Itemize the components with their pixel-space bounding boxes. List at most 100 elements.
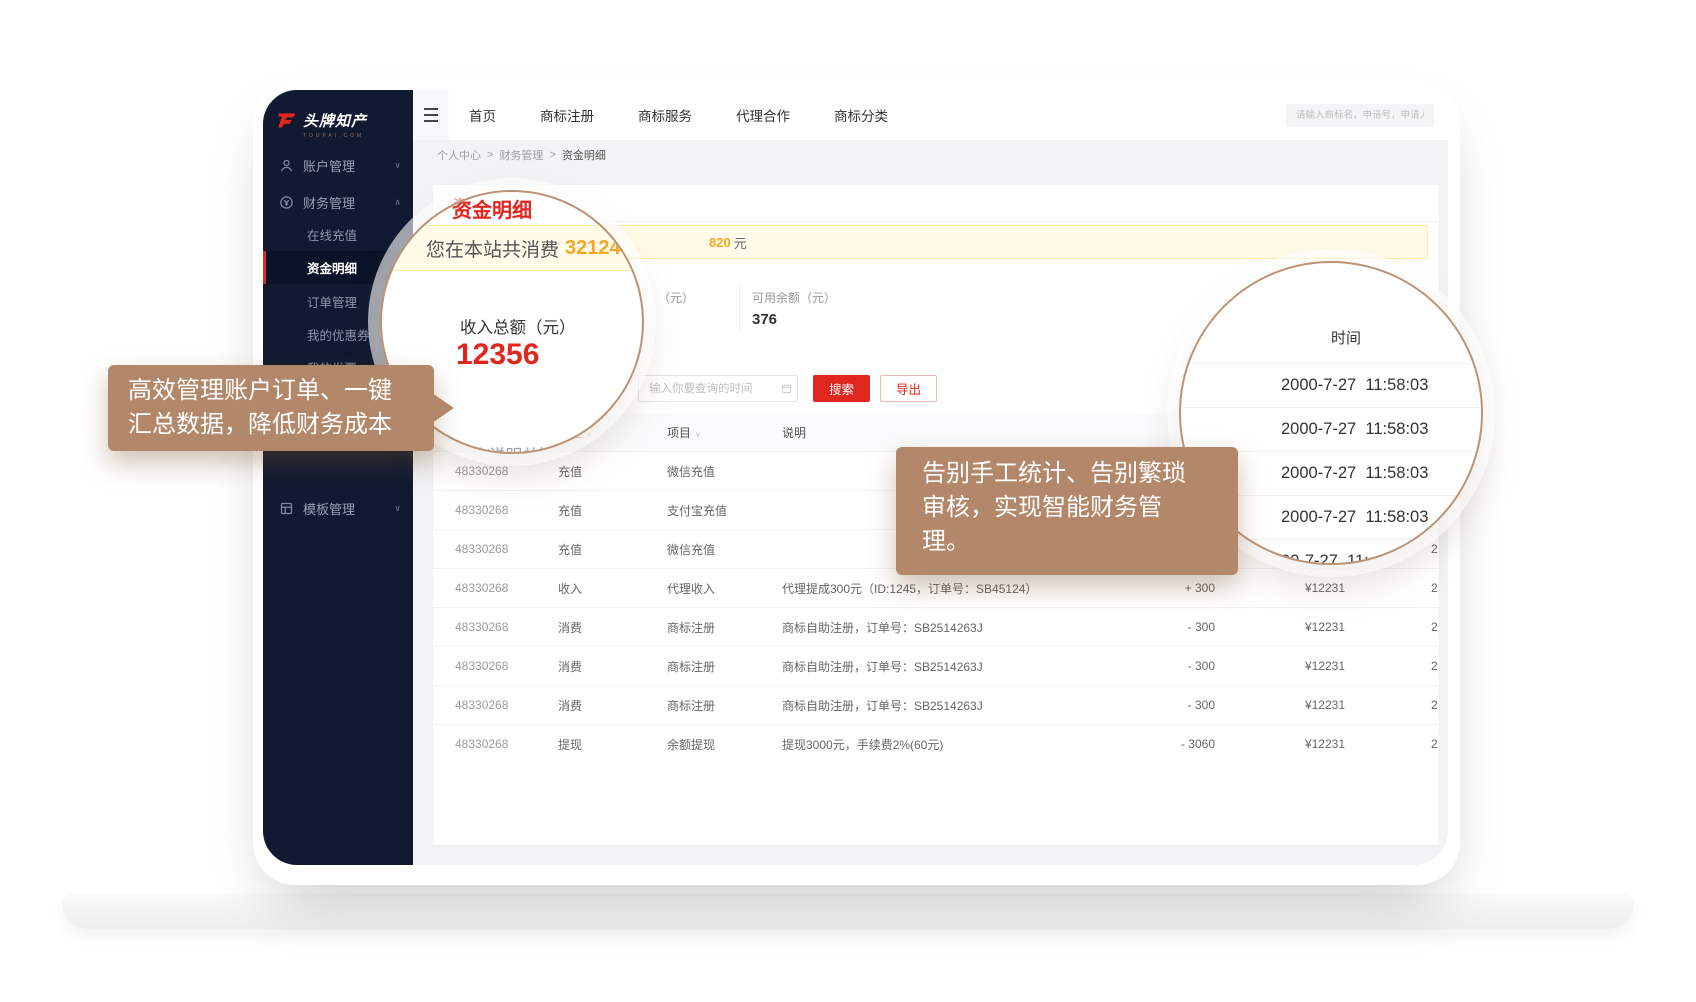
sidebar-subitem-label: 订单管理 bbox=[307, 292, 357, 311]
top-nav-items: 首页 商标注册 商标服务 代理合作 商标分类 bbox=[469, 90, 888, 140]
cell-amount: - 300 bbox=[1133, 620, 1215, 634]
callout-left: 高效管理账户订单、一键 汇总数据，降低财务成本 bbox=[108, 365, 434, 451]
sidebar-subitem-label: 在线充值 bbox=[307, 225, 357, 244]
sort-chevron-icon: ∨ bbox=[586, 430, 592, 439]
cell-project: 商标注册 bbox=[667, 619, 782, 636]
sidebar-subitem-label: 我的优惠券 bbox=[307, 325, 370, 344]
cell-type: 充值 bbox=[558, 463, 667, 480]
cell-type: 收入 bbox=[558, 580, 667, 597]
nav-item-agent-cooperation[interactable]: 代理合作 bbox=[736, 105, 790, 125]
sidebar-item-label: 账户管理 bbox=[303, 156, 355, 175]
nav-item-trademark-category[interactable]: 商标分类 bbox=[834, 105, 888, 125]
magnified-banner-amount: 32124 bbox=[565, 237, 621, 260]
stat-balance-label: 可用余额（元） bbox=[752, 289, 836, 306]
sidebar-item-finance[interactable]: 财务管理 ∧ bbox=[263, 185, 413, 219]
magnified-time-cell: 2000-7-27 11:58:03 bbox=[1181, 363, 1481, 407]
cell-project: 支付宝充值 bbox=[667, 502, 782, 519]
cell-time-fragment: 2 bbox=[1345, 659, 1439, 673]
stat-expense-label-fragment: （元） bbox=[658, 289, 694, 306]
cell-project: 余额提现 bbox=[667, 736, 782, 753]
cell-balance: ¥12231 bbox=[1215, 737, 1345, 751]
cell-order-number: 48330268 bbox=[455, 503, 558, 517]
magnified-banner-prefix: 您在本站共消费 bbox=[426, 235, 559, 262]
breadcrumb-item[interactable]: 个人中心 bbox=[437, 147, 481, 163]
breadcrumb-item[interactable]: 财务管理 bbox=[499, 147, 543, 163]
cell-order-number: 48330268 bbox=[455, 737, 558, 751]
cell-order-number: 48330268 bbox=[455, 464, 558, 478]
cell-type: 消费 bbox=[558, 658, 667, 675]
cell-project: 代理收入 bbox=[667, 580, 782, 597]
cell-order-number: 48330268 bbox=[455, 542, 558, 556]
table-row[interactable]: 48330268 消费 商标注册 商标自助注册，订单号：SB2514263J -… bbox=[433, 646, 1439, 685]
cell-project: 商标注册 bbox=[667, 697, 782, 714]
brand-logo[interactable]: 头牌知产 TOUPAI.COM bbox=[277, 110, 367, 139]
chevron-up-icon: ∧ bbox=[394, 197, 401, 208]
cell-balance: ¥12231 bbox=[1215, 698, 1345, 712]
banner-unit: 元 bbox=[734, 233, 747, 252]
cell-description: 商标自助注册，订单号：SB2514263J bbox=[782, 619, 1133, 636]
cell-amount: - 300 bbox=[1133, 698, 1215, 712]
breadcrumb-separator: > bbox=[549, 149, 555, 161]
nav-item-home[interactable]: 首页 bbox=[469, 105, 496, 125]
finance-icon bbox=[279, 195, 294, 210]
col-desc-header: 说明 bbox=[782, 424, 1133, 441]
cell-amount: - 3060 bbox=[1133, 737, 1215, 751]
cell-type: 充值 bbox=[558, 541, 667, 558]
nav-item-trademark-register[interactable]: 商标注册 bbox=[540, 105, 594, 125]
cell-time-fragment: 2 bbox=[1345, 581, 1439, 595]
table-row[interactable]: 48330268 消费 商标注册 商标自助注册，订单号：SB2514263J -… bbox=[433, 607, 1439, 646]
callout-left-line1: 高效管理账户订单、一键 bbox=[128, 374, 414, 408]
magnified-time-header: 时间 bbox=[1331, 327, 1361, 348]
sidebar-item-account[interactable]: 账户管理 ∨ bbox=[263, 148, 413, 182]
sidebar-item-label: 财务管理 bbox=[303, 193, 355, 212]
banner-amount-fragment: 820 bbox=[709, 235, 731, 250]
magnified-consumption-banner: 您在本站共消费 32124 bbox=[382, 225, 642, 271]
stat-balance-value: 376 bbox=[752, 311, 777, 328]
cell-order-number: 48330268 bbox=[455, 659, 558, 673]
breadcrumb: 个人中心 > 财务管理 > 资金明细 bbox=[413, 140, 1448, 170]
callout-right-line2: 审核，实现智能财务管 bbox=[922, 491, 1212, 525]
cell-amount: + 300 bbox=[1133, 581, 1215, 595]
table-row[interactable]: 48330268 消费 商标注册 商标自助注册，订单号：SB2514263J -… bbox=[433, 685, 1439, 724]
cell-order-number: 48330268 bbox=[455, 581, 558, 595]
date-query-input[interactable] bbox=[638, 375, 798, 402]
nav-item-trademark-service[interactable]: 商标服务 bbox=[638, 105, 692, 125]
banner-text-fragment: 820 元 bbox=[709, 226, 747, 258]
stats-divider bbox=[739, 285, 740, 333]
brand-domain: TOUPAI.COM bbox=[303, 133, 367, 139]
cell-amount: - 300 bbox=[1133, 659, 1215, 673]
cell-project: 商标注册 bbox=[667, 658, 782, 675]
search-button[interactable]: 搜索 bbox=[813, 375, 870, 402]
cell-balance: ¥12231 bbox=[1215, 620, 1345, 634]
cell-description: 代理提成300元（ID:1245，订单号：SB45124） bbox=[782, 580, 1133, 597]
sort-chevron-icon: ∨ bbox=[695, 430, 701, 439]
hamburger-menu-icon[interactable] bbox=[413, 90, 449, 140]
top-navbar: 首页 商标注册 商标服务 代理合作 商标分类 bbox=[413, 90, 1448, 141]
brand-name: 头牌知产 bbox=[303, 110, 367, 131]
magnified-time-cell: 2000-7-27 11:58:03 bbox=[1181, 407, 1481, 451]
breadcrumb-separator: > bbox=[487, 149, 493, 161]
cell-project: 微信充值 bbox=[667, 541, 782, 558]
search-input[interactable] bbox=[1286, 104, 1434, 127]
magnified-tab-label: 资金明细 bbox=[452, 194, 532, 223]
table-row[interactable]: 48330268 提现 余额提现 提现3000元，手续费2%(60元) - 30… bbox=[433, 724, 1439, 763]
cell-type: 提现 bbox=[558, 736, 667, 753]
cell-description: 商标自助注册，订单号：SB2514263J bbox=[782, 697, 1133, 714]
sidebar: 头牌知产 TOUPAI.COM 账户管理 ∨ 财务管理 ∧ bbox=[263, 90, 413, 865]
chevron-down-icon: ∨ bbox=[394, 160, 401, 171]
sidebar-item-template[interactable]: 模板管理 ∨ bbox=[263, 491, 413, 525]
cell-order-number: 48330268 bbox=[455, 620, 558, 634]
user-icon bbox=[279, 158, 294, 173]
cell-description: 商标自助注册，订单号：SB2514263J bbox=[782, 658, 1133, 675]
cell-description: 提现3000元，手续费2%(60元) bbox=[782, 736, 1133, 753]
cell-type: 消费 bbox=[558, 697, 667, 714]
callout-right-line3: 理。 bbox=[922, 525, 1212, 559]
magnified-income-value: 12356 bbox=[456, 338, 539, 372]
chevron-down-icon: ∨ bbox=[394, 503, 401, 514]
export-button[interactable]: 导出 bbox=[880, 375, 937, 402]
template-icon bbox=[279, 501, 294, 516]
cell-time-fragment: 2 bbox=[1345, 698, 1439, 712]
cell-balance: ¥12231 bbox=[1215, 581, 1345, 595]
cell-type: 消费 bbox=[558, 619, 667, 636]
col-project-header[interactable]: 项目∨ bbox=[667, 424, 782, 441]
